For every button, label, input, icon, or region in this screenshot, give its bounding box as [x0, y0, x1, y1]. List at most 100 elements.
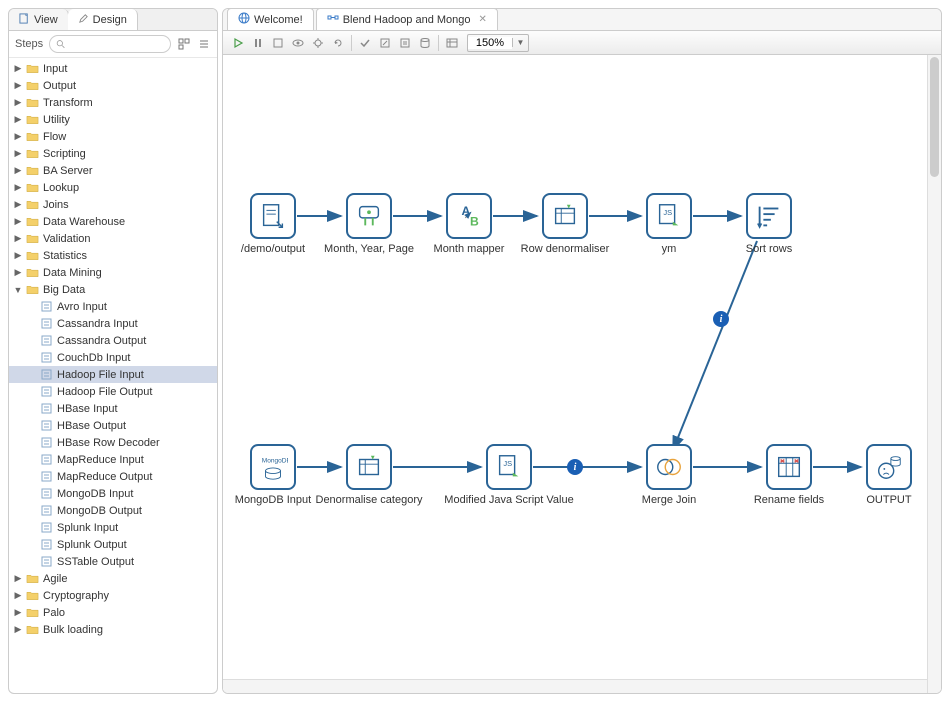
tree-step-splunk-output[interactable]: Splunk Output	[9, 536, 217, 553]
folder-icon	[25, 573, 39, 585]
tree-step-hbase-row-decoder[interactable]: HBase Row Decoder	[9, 434, 217, 451]
tree-step-hadoop-file-input[interactable]: Hadoop File Input	[9, 366, 217, 383]
canvas-toolbar: ▼	[223, 31, 941, 55]
stop-icon[interactable]	[269, 34, 287, 52]
page-icon	[19, 13, 30, 27]
tree-folder-scripting[interactable]: ▶Scripting	[9, 145, 217, 162]
explore-db-icon[interactable]	[416, 34, 434, 52]
folder-icon	[25, 233, 39, 245]
step-row-denormaliser[interactable]: Row denormaliser	[525, 193, 605, 255]
run-icon[interactable]	[229, 34, 247, 52]
show-results-icon[interactable]	[443, 34, 461, 52]
tree-folder-label: Validation	[43, 233, 213, 245]
step-value-mapper[interactable]: AB Month mapper	[429, 193, 509, 255]
tree-step-hadoop-file-output[interactable]: Hadoop File Output	[9, 383, 217, 400]
step-mongodb-input[interactable]: MongoDB MongoDB Input	[233, 444, 313, 506]
folder-icon	[25, 131, 39, 143]
tree-step-mongodb-input[interactable]: MongoDB Input	[9, 485, 217, 502]
tab-view[interactable]: View	[9, 9, 69, 30]
debug-icon[interactable]	[309, 34, 327, 52]
tree-folder-label: Utility	[43, 114, 213, 126]
step-sort-rows[interactable]: Sort rows	[729, 193, 809, 255]
step-rename-fields[interactable]: Rename fields	[749, 444, 829, 506]
tab-view-label: View	[34, 14, 58, 26]
expand-all-icon[interactable]	[177, 37, 191, 51]
steps-tree[interactable]: ▶Input▶Output▶Transform▶Utility▶Flow▶Scr…	[9, 58, 217, 693]
tree-step-mapreduce-output[interactable]: MapReduce Output	[9, 468, 217, 485]
tree-step-mapreduce-input[interactable]: MapReduce Input	[9, 451, 217, 468]
horizontal-scrollbar[interactable]	[223, 679, 927, 693]
step-icon	[39, 317, 53, 331]
step-denormalise-category[interactable]: Denormalise category	[329, 444, 409, 506]
preview-icon[interactable]	[289, 34, 307, 52]
tree-folder-data-warehouse[interactable]: ▶Data Warehouse	[9, 213, 217, 230]
tree-folder-joins[interactable]: ▶Joins	[9, 196, 217, 213]
tree-folder-validation[interactable]: ▶Validation	[9, 230, 217, 247]
transformation-canvas[interactable]: i i /demo/output Month, Year, Page AB Mo…	[223, 55, 941, 693]
tree-folder-label: Agile	[43, 573, 213, 585]
tab-transformation[interactable]: Blend Hadoop and Mongo ✕	[316, 8, 498, 30]
hop-info-icon[interactable]: i	[713, 311, 729, 327]
tree-folder-bulk-loading[interactable]: ▶Bulk loading	[9, 621, 217, 638]
search-input[interactable]	[65, 39, 164, 50]
hop-info-icon[interactable]: i	[567, 459, 583, 475]
replay-icon[interactable]	[329, 34, 347, 52]
tree-folder-transform[interactable]: ▶Transform	[9, 94, 217, 111]
chevron-right-icon: ▶	[13, 216, 23, 227]
tree-step-hbase-output[interactable]: HBase Output	[9, 417, 217, 434]
step-output[interactable]: OUTPUT	[849, 444, 929, 506]
close-icon[interactable]: ✕	[479, 14, 487, 25]
vertical-scrollbar[interactable]	[927, 55, 941, 693]
zoom-dropdown-icon[interactable]: ▼	[512, 38, 528, 47]
step-select-values[interactable]: Month, Year, Page	[329, 193, 409, 255]
tree-step-label: Splunk Input	[57, 522, 213, 534]
svg-text:B: B	[470, 214, 479, 228]
list-view-icon[interactable]	[197, 37, 211, 51]
step-icon	[39, 385, 53, 399]
tree-folder-label: Lookup	[43, 182, 213, 194]
sql-icon[interactable]	[396, 34, 414, 52]
check-icon[interactable]	[356, 34, 374, 52]
tree-folder-agile[interactable]: ▶Agile	[9, 570, 217, 587]
tree-step-hbase-input[interactable]: HBase Input	[9, 400, 217, 417]
step-label: Sort rows	[746, 243, 792, 255]
tree-step-mongodb-output[interactable]: MongoDB Output	[9, 502, 217, 519]
impact-icon[interactable]	[376, 34, 394, 52]
step-label: Modified Java Script Value	[444, 494, 573, 506]
tree-folder-output[interactable]: ▶Output	[9, 77, 217, 94]
step-label: Row denormaliser	[521, 243, 610, 255]
tree-folder-big-data[interactable]: ▼Big Data	[9, 281, 217, 298]
tree-folder-lookup[interactable]: ▶Lookup	[9, 179, 217, 196]
zoom-input[interactable]	[468, 37, 512, 49]
step-merge-join[interactable]: Merge Join	[629, 444, 709, 506]
tree-step-sstable-output[interactable]: SSTable Output	[9, 553, 217, 570]
tree-step-cassandra-output[interactable]: Cassandra Output	[9, 332, 217, 349]
tree-step-splunk-input[interactable]: Splunk Input	[9, 519, 217, 536]
tab-welcome[interactable]: Welcome!	[227, 8, 314, 30]
tree-folder-flow[interactable]: ▶Flow	[9, 128, 217, 145]
search-input-wrapper[interactable]	[49, 35, 171, 53]
step-label: /demo/output	[241, 243, 305, 255]
pencil-icon	[78, 13, 89, 27]
step-modified-javascript[interactable]: JS Modified Java Script Value	[469, 444, 549, 506]
tree-step-label: Hadoop File Output	[57, 386, 213, 398]
step-hadoop-file-input[interactable]: /demo/output	[233, 193, 313, 255]
tree-step-couchdb-input[interactable]: CouchDb Input	[9, 349, 217, 366]
tree-step-avro-input[interactable]: Avro Input	[9, 298, 217, 315]
zoom-selector[interactable]: ▼	[467, 34, 529, 52]
tree-folder-palo[interactable]: ▶Palo	[9, 604, 217, 621]
tab-design[interactable]: Design	[68, 9, 138, 30]
tree-folder-data-mining[interactable]: ▶Data Mining	[9, 264, 217, 281]
tree-folder-utility[interactable]: ▶Utility	[9, 111, 217, 128]
tree-folder-ba-server[interactable]: ▶BA Server	[9, 162, 217, 179]
tree-step-label: HBase Row Decoder	[57, 437, 213, 449]
tree-folder-cryptography[interactable]: ▶Cryptography	[9, 587, 217, 604]
pause-icon[interactable]	[249, 34, 267, 52]
folder-icon	[25, 165, 39, 177]
tree-step-label: HBase Output	[57, 420, 213, 432]
tree-folder-input[interactable]: ▶Input	[9, 60, 217, 77]
tree-step-cassandra-input[interactable]: Cassandra Input	[9, 315, 217, 332]
step-javascript-ym[interactable]: JS ym	[629, 193, 709, 255]
search-icon	[56, 39, 65, 49]
tree-folder-statistics[interactable]: ▶Statistics	[9, 247, 217, 264]
